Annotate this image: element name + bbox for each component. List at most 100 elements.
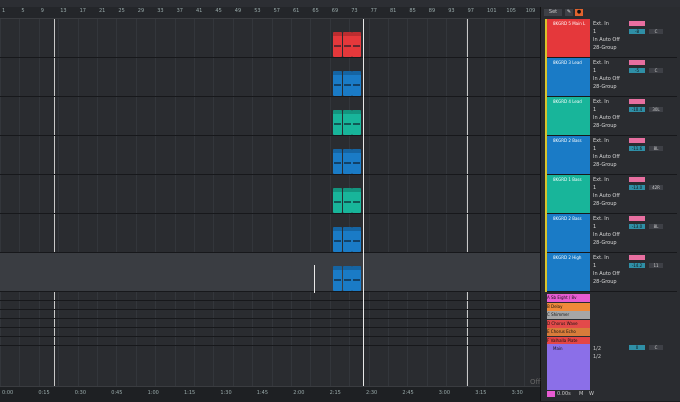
track-activator[interactable]	[629, 255, 645, 260]
track-name[interactable]: 8KGRD 3 Lead	[547, 58, 590, 96]
edit-icon[interactable]: ✎	[565, 9, 573, 16]
track-name[interactable]: 8KGRD 5 Main L	[547, 19, 590, 57]
mixer-track[interactable]: 8KGRD 5 Main L Ext. In 1 In Auto Off 28-Grou…	[545, 19, 677, 58]
audio-clip[interactable]	[333, 266, 342, 291]
bar-ruler[interactable]: 1 5 9 13 17 21 25 29 33 37 41 45 49 53 57 61 65 69 73 77 81 8…	[0, 7, 540, 19]
track-name[interactable]: 8KGRD 2 Bass	[547, 214, 590, 252]
track-volume[interactable]: -13.0	[629, 185, 645, 190]
audio-clip[interactable]	[352, 149, 361, 174]
return-lane[interactable]	[0, 310, 540, 319]
track-volume[interactable]: -13.0	[629, 224, 645, 229]
master-track[interactable]: Main 1/2 1/2 0 C	[545, 344, 677, 390]
master-volume[interactable]: 0	[629, 345, 645, 350]
audio-clip[interactable]	[333, 110, 342, 135]
track-lane[interactable]	[0, 175, 540, 214]
input-channel-select[interactable]: 1	[593, 68, 596, 74]
track-name[interactable]: 8KGRD 2 Bass	[547, 136, 590, 174]
track-volume[interactable]: -10.4	[629, 107, 645, 112]
track-activator[interactable]	[629, 99, 645, 104]
return-lane[interactable]	[0, 301, 540, 310]
monitor-buttons[interactable]: In Auto Off	[593, 193, 620, 199]
footer-w[interactable]: W	[589, 391, 594, 397]
track-name[interactable]: 8KGRD 2 High	[547, 253, 590, 291]
input-channel-select[interactable]: 1	[593, 29, 596, 35]
track-lane[interactable]	[0, 253, 540, 292]
audio-clip[interactable]	[333, 227, 342, 252]
audio-clip[interactable]	[352, 227, 361, 252]
input-type-select[interactable]: Ext. In	[593, 216, 609, 222]
audio-clip[interactable]	[352, 32, 361, 57]
track-name[interactable]: 8KGRD 1 Bass	[547, 175, 590, 213]
mixer-track[interactable]: 8KGRD 1 Bass Ext. In 1 In Auto Off 28-Group -…	[545, 175, 677, 214]
track-pan[interactable]: C	[649, 29, 663, 34]
monitor-buttons[interactable]: In Auto Off	[593, 232, 620, 238]
input-channel-select[interactable]: 1	[593, 146, 596, 152]
arrangement-view[interactable]	[0, 19, 540, 386]
track-pan[interactable]: 30L	[649, 107, 663, 112]
audio-clip[interactable]	[342, 110, 352, 135]
return-track[interactable]: A Sb Eight / 8v	[547, 294, 590, 302]
record-icon[interactable]: ●	[575, 9, 583, 16]
master-pan[interactable]: C	[649, 345, 663, 350]
track-activator[interactable]	[629, 21, 645, 26]
output-select[interactable]: 28-Group	[593, 240, 617, 246]
input-type-select[interactable]: Ext. In	[593, 255, 609, 261]
monitor-buttons[interactable]: In Auto Off	[593, 37, 620, 43]
audio-clip[interactable]	[352, 71, 361, 96]
audio-clip[interactable]	[342, 227, 352, 252]
track-volume[interactable]: -11.6	[629, 146, 645, 151]
footer-mode[interactable]: M	[579, 391, 583, 397]
track-activator[interactable]	[629, 138, 645, 143]
track-volume[interactable]: -8	[629, 29, 645, 34]
return-track[interactable]: B Delay	[547, 302, 590, 311]
track-lane[interactable]	[0, 19, 540, 58]
input-type-select[interactable]: Ext. In	[593, 21, 609, 27]
monitor-buttons[interactable]: In Auto Off	[593, 271, 620, 277]
mixer-track[interactable]: 8KGRD 2 High Ext. In 1 In Auto Off 28-Group -…	[545, 253, 677, 292]
return-track[interactable]: E Chorus Echo	[547, 328, 590, 336]
master-name[interactable]: Main	[547, 344, 590, 390]
audio-clip[interactable]	[333, 71, 342, 96]
output-select[interactable]: 28-Group	[593, 162, 617, 168]
return-lane[interactable]	[0, 337, 540, 346]
monitor-buttons[interactable]: In Auto Off	[593, 154, 620, 160]
set-button[interactable]: Set	[544, 9, 562, 16]
track-lane[interactable]	[0, 58, 540, 97]
track-activator[interactable]	[629, 60, 645, 65]
audio-clip[interactable]	[342, 188, 352, 213]
input-type-select[interactable]: Ext. In	[593, 99, 609, 105]
audio-clip[interactable]	[352, 110, 361, 135]
track-lane[interactable]	[0, 97, 540, 136]
input-channel-select[interactable]: 1	[593, 224, 596, 230]
output-select[interactable]: 28-Group	[593, 279, 617, 285]
output-select[interactable]: 28-Group	[593, 45, 617, 51]
return-lane[interactable]	[0, 328, 540, 337]
track-volume[interactable]: -14.2	[629, 263, 645, 268]
input-channel-select[interactable]: 1	[593, 263, 596, 269]
track-pan[interactable]: C	[649, 68, 663, 73]
input-channel-select[interactable]: 1	[593, 107, 596, 113]
audio-clip[interactable]	[333, 188, 342, 213]
input-type-select[interactable]: Ext. In	[593, 60, 609, 66]
return-track[interactable]: C Shimmer	[547, 311, 590, 319]
track-pan[interactable]: 42R	[649, 185, 663, 190]
mixer-track[interactable]: 8KGRD 2 Bass Ext. In 1 In Auto Off 28-Group -…	[545, 136, 677, 175]
track-activator[interactable]	[629, 177, 645, 182]
mixer-track[interactable]: 8KGRD 4 Lead Ext. In 1 In Auto Off 28-Group -…	[545, 97, 677, 136]
track-lane[interactable]	[0, 214, 540, 253]
return-lane[interactable]	[0, 292, 540, 301]
input-type-select[interactable]: Ext. In	[593, 177, 609, 183]
audio-clip[interactable]	[342, 32, 352, 57]
track-pan[interactable]: 8L	[649, 224, 663, 229]
track-pan[interactable]: 11	[649, 263, 663, 268]
audio-clip[interactable]	[333, 149, 342, 174]
input-type-select[interactable]: Ext. In	[593, 138, 609, 144]
monitor-buttons[interactable]: In Auto Off	[593, 76, 620, 82]
master-output-b[interactable]: 1/2	[593, 354, 601, 360]
master-output-a[interactable]: 1/2	[593, 346, 601, 352]
track-activator[interactable]	[629, 216, 645, 221]
track-lane[interactable]	[0, 136, 540, 175]
track-pan[interactable]: 8L	[649, 146, 663, 151]
audio-clip[interactable]	[333, 32, 342, 57]
return-lane[interactable]	[0, 319, 540, 328]
